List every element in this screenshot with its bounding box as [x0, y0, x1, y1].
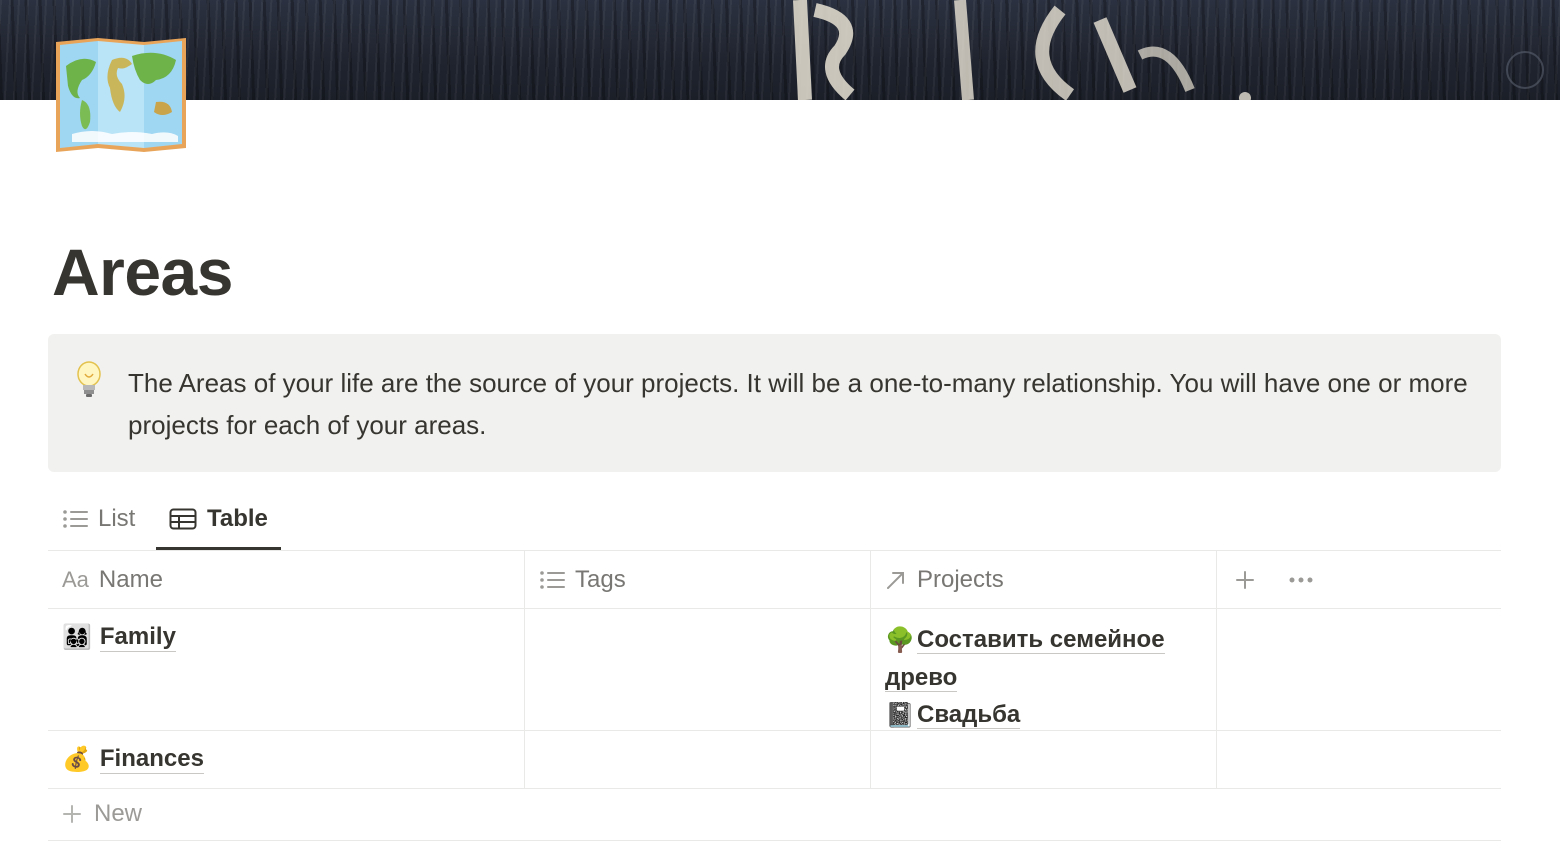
column-header-tags[interactable]: Tags: [525, 551, 871, 608]
view-tabs: List Table: [48, 490, 1501, 550]
tab-list-label: List: [98, 505, 136, 532]
column-header-actions: [1217, 551, 1501, 608]
page-title[interactable]: Areas: [52, 232, 233, 312]
callout-block[interactable]: The Areas of your life are the source of…: [48, 334, 1501, 472]
new-row-button[interactable]: New: [48, 788, 1501, 841]
tags-cell[interactable]: [525, 609, 871, 730]
tab-table-label: Table: [207, 505, 268, 532]
tree-icon: 🌳: [885, 627, 915, 655]
cover-graffiti-art: [793, 0, 1544, 100]
plus-icon: [62, 804, 82, 824]
family-emoji-icon: 👨‍👩‍👧‍👦: [62, 624, 92, 651]
table-icon: [169, 508, 197, 530]
project-link[interactable]: 📓Свадьба: [885, 696, 1205, 734]
column-header-projects[interactable]: Projects: [871, 551, 1217, 608]
empty-cell: [1217, 609, 1501, 730]
name-cell[interactable]: 👨‍👩‍👧‍👦 Family: [48, 609, 525, 730]
world-map-icon[interactable]: [52, 36, 190, 154]
column-header-name[interactable]: Aa Name: [48, 551, 525, 608]
money-bag-icon: 💰: [62, 746, 92, 773]
list-icon: [62, 508, 88, 530]
column-header-label: Tags: [575, 565, 626, 593]
projects-cell[interactable]: [871, 731, 1217, 788]
row-title[interactable]: Finances: [99, 745, 204, 774]
projects-cell[interactable]: 🌳Составить семейное древо 📓Свадьба: [871, 609, 1217, 730]
column-header-label: Name: [98, 565, 163, 593]
plus-icon[interactable]: [1235, 570, 1255, 590]
notebook-icon: 📓: [885, 702, 915, 730]
table-row[interactable]: 👨‍👩‍👧‍👦 Family 🌳Составить семейное древо…: [48, 609, 1501, 731]
project-link[interactable]: 🌳Составить семейное древо: [885, 621, 1205, 696]
tab-list[interactable]: List: [62, 490, 135, 548]
callout-text[interactable]: The Areas of your life are the source of…: [128, 362, 1468, 446]
tab-table[interactable]: Table: [156, 490, 281, 550]
tags-cell[interactable]: [525, 731, 871, 788]
database-table: Aa Name Tags Projects: [48, 551, 1501, 789]
new-row-label: New: [94, 800, 143, 827]
relation-arrow-icon: [885, 569, 907, 591]
table-header-row: Aa Name Tags Projects: [48, 551, 1501, 609]
ellipsis-icon[interactable]: [1289, 577, 1313, 583]
lightbulb-icon[interactable]: [74, 360, 104, 400]
name-cell[interactable]: 💰 Finances: [48, 731, 525, 788]
column-header-label: Projects: [917, 565, 1004, 593]
table-row[interactable]: 💰 Finances: [48, 731, 1501, 789]
empty-cell: [1217, 731, 1501, 788]
multi-select-icon: [539, 570, 565, 590]
page-cover[interactable]: [0, 0, 1560, 100]
row-title[interactable]: Family: [99, 623, 176, 652]
text-property-icon: Aa: [62, 566, 89, 592]
